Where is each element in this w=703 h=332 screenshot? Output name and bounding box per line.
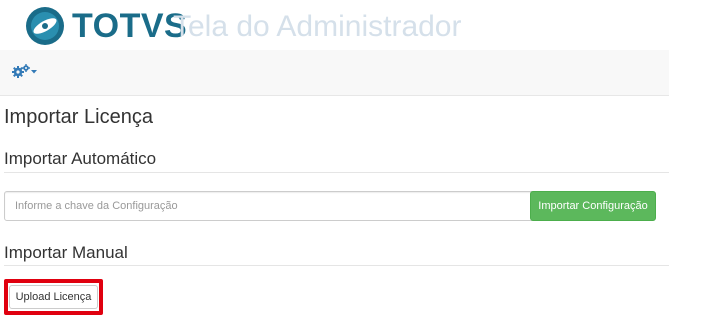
- totvs-logo-icon: [26, 7, 64, 45]
- settings-menu-button[interactable]: [12, 62, 40, 80]
- toolbar: [0, 50, 669, 96]
- section-title-manual: Importar Manual: [4, 243, 128, 262]
- caret-down-icon: [31, 70, 37, 74]
- upload-license-button[interactable]: Upload Licença: [9, 285, 98, 309]
- configuration-key-input[interactable]: [4, 191, 535, 221]
- import-configuration-button[interactable]: Importar Configuração: [530, 191, 656, 221]
- divider: [4, 265, 669, 266]
- brand-name: TOTVS: [72, 7, 188, 45]
- app-title: Tela do Administrador: [173, 10, 462, 43]
- gears-icon: [12, 64, 37, 78]
- page: TOTVS Tela do Administrador Importar Lic…: [0, 0, 703, 332]
- page-title: Importar Licença: [4, 106, 153, 128]
- app-header: TOTVS Tela do Administrador: [0, 0, 703, 50]
- section-title-auto: Importar Automático: [4, 149, 157, 168]
- divider: [4, 172, 669, 173]
